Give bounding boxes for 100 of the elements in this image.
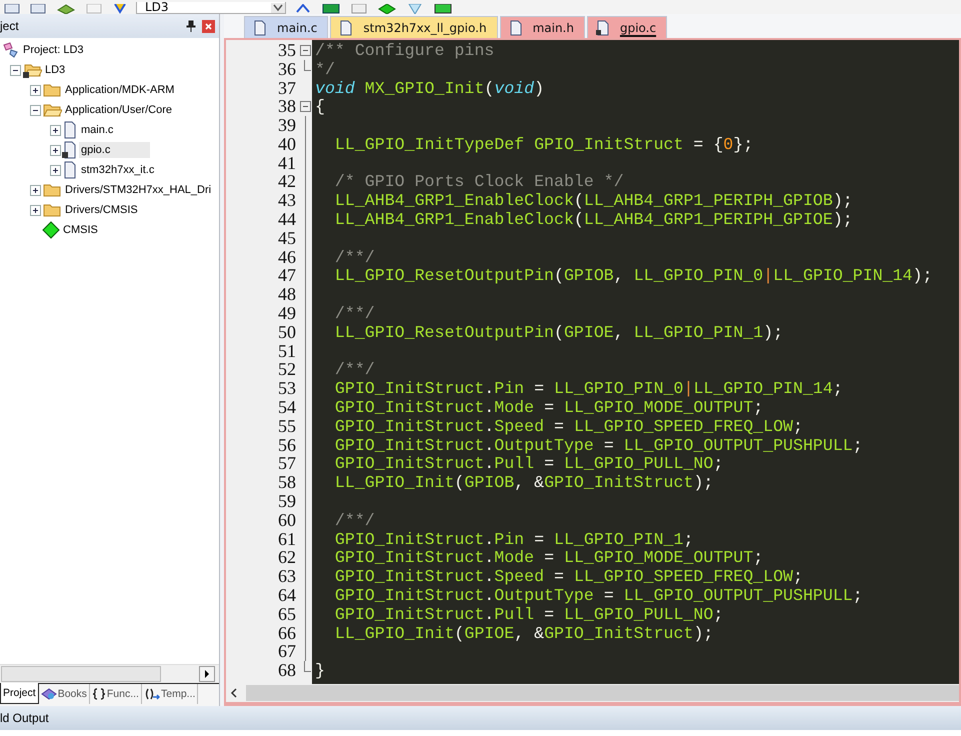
book-icon [40, 687, 57, 701]
file-icon [339, 20, 354, 36]
code-line: */ [315, 60, 335, 79]
line-number: 49 [277, 303, 297, 324]
code-line: GPIO_InitStruct.Pin = LL_GPIO_PIN_1; [334, 530, 694, 549]
fold-end-marker [304, 661, 311, 672]
pin-icon[interactable] [186, 20, 196, 32]
tree-item[interactable]: Application/MDK-ARM [63, 82, 176, 98]
toolbar-button[interactable] [376, 2, 398, 14]
expander-icon[interactable] [30, 84, 41, 96]
code-line: LL_GPIO_InitTypeDef GPIO_InitStruct = {0}; [334, 134, 754, 154]
fold-end-marker [304, 60, 311, 71]
code-line: GPIO_InitStruct.Speed = LL_GPIO_SPEED_FREQ_LOW; [334, 416, 803, 436]
dropdown-arrow-icon[interactable] [271, 3, 285, 13]
code-line: /**/ [334, 510, 375, 530]
line-number: 42 [277, 171, 297, 192]
panel-tab[interactable]: Project [0, 683, 39, 704]
fold-toggle-icon[interactable] [300, 101, 310, 112]
toolbar-button[interactable] [28, 2, 48, 14]
code-line: GPIO_InitStruct.Pull = LL_GPIO_PULL_NO; [334, 454, 724, 474]
template-icon [144, 687, 160, 701]
scrollbar[interactable] [0, 664, 219, 683]
tree-item[interactable]: Drivers/CMSIS [63, 202, 140, 218]
code-line: GPIO_InitStruct.OutputType = LL_GPIO_OUTPUT_PUSHPULL; [334, 436, 863, 455]
file-tab[interactable]: gpio.c [586, 16, 668, 38]
line-number: 39 [277, 115, 297, 136]
toolbar-button[interactable] [2, 2, 22, 14]
code-line: LL_GPIO_ResetOutputPin(GPIOB, LL_GPIO_PIN_0|LL_GPIO_PIN_14); [334, 266, 932, 286]
line-number: 53 [277, 378, 297, 400]
line-number: 65 [277, 604, 297, 625]
line-number: 47 [277, 265, 297, 286]
expander-icon[interactable] [50, 144, 61, 156]
line-number: 51 [277, 340, 297, 362]
code-line: GPIO_InitStruct.Speed = LL_GPIO_SPEED_FREQ_LOW; [334, 567, 803, 586]
expander-icon[interactable] [30, 184, 41, 196]
expander-icon[interactable] [50, 124, 61, 136]
tree-item[interactable]: Application/User/Core [63, 102, 174, 118]
code-line: LL_GPIO_Init(GPIOB, &GPIO_InitStruct); [334, 473, 714, 492]
file-icon [62, 121, 78, 139]
line-number: 62 [277, 547, 297, 568]
target-dropdown[interactable]: LD3 [136, 2, 286, 14]
code-line: /** Configure pins [315, 40, 494, 60]
expander-icon[interactable] [50, 164, 61, 176]
close-icon[interactable] [202, 20, 215, 32]
line-number: 54 [277, 397, 297, 418]
tree-item[interactable]: main.c [79, 122, 116, 138]
toolbar-button[interactable] [320, 2, 342, 14]
line-number: 64 [277, 585, 297, 606]
tree-item[interactable]: Project: LD3 [21, 42, 86, 58]
toolbar-button[interactable] [432, 2, 454, 14]
file-icon [596, 20, 610, 36]
tree-item[interactable]: LD3 [43, 62, 68, 78]
line-number: 43 [277, 190, 297, 212]
expander-icon[interactable] [10, 64, 21, 76]
file-icon [62, 141, 78, 159]
code-line: /**/ [334, 360, 375, 380]
tree-item[interactable]: Drivers/STM32H7xx_HAL_Dri [63, 182, 214, 198]
folder-icon [22, 62, 42, 78]
panel-title: ject [0, 19, 20, 33]
code-line: GPIO_InitStruct.Mode = LL_GPIO_MODE_OUTPUT; [334, 548, 764, 568]
tree-item[interactable]: CMSIS [61, 222, 100, 238]
code-line: { [315, 97, 325, 116]
panel-tab[interactable]: Books [38, 684, 90, 704]
code-line: LL_GPIO_ResetOutputPin(GPIOE, LL_GPIO_PIN_1); [334, 322, 784, 342]
line-number: 56 [277, 434, 297, 456]
code-line: LL_AHB4_GRP1_EnableClock(LL_AHB4_GRP1_PERIPH_GPIOE); [334, 210, 853, 230]
file-tab[interactable]: main.c [244, 16, 328, 38]
line-number: 55 [277, 416, 297, 437]
expander-icon[interactable] [30, 204, 41, 216]
file-icon [508, 20, 523, 36]
panel-title: ld Output [0, 711, 49, 725]
line-number: 66 [277, 622, 297, 644]
expander-icon[interactable] [30, 104, 41, 116]
line-number: 38 [277, 96, 297, 118]
line-number: 37 [277, 78, 297, 98]
panel-tab[interactable]: Temp... [142, 684, 198, 704]
code-line: } [315, 661, 325, 680]
panel-tab[interactable]: Func... [90, 684, 142, 704]
file-tab[interactable]: main.h [500, 16, 585, 38]
folder-icon [42, 202, 62, 218]
line-number: 67 [277, 641, 297, 662]
scroll-right-icon[interactable] [199, 666, 215, 682]
line-number: 41 [277, 152, 297, 174]
braces-icon [92, 687, 106, 701]
diamond-icon [42, 221, 60, 239]
tree-item[interactable]: gpio.c [79, 142, 150, 158]
line-number: 68 [277, 660, 297, 682]
line-number: 36 [277, 58, 297, 80]
line-number: 57 [277, 453, 297, 474]
scrollbar[interactable] [226, 684, 959, 702]
tree-item[interactable]: stm32h7xx_it.c [79, 162, 156, 178]
fold-toggle-icon[interactable] [300, 44, 310, 56]
project-icon [2, 42, 20, 58]
code-line: LL_GPIO_Init(GPIOE, &GPIO_InitStruct); [334, 624, 714, 643]
line-number: 50 [277, 322, 297, 343]
line-number: 40 [277, 134, 297, 155]
code-line: /**/ [334, 304, 375, 324]
line-number: 44 [277, 209, 297, 230]
file-tab[interactable]: stm32h7xx_ll_gpio.h [330, 16, 498, 38]
code-line: GPIO_InitStruct.OutputType = LL_GPIO_OUTPUT_PUSHPULL; [334, 586, 863, 606]
